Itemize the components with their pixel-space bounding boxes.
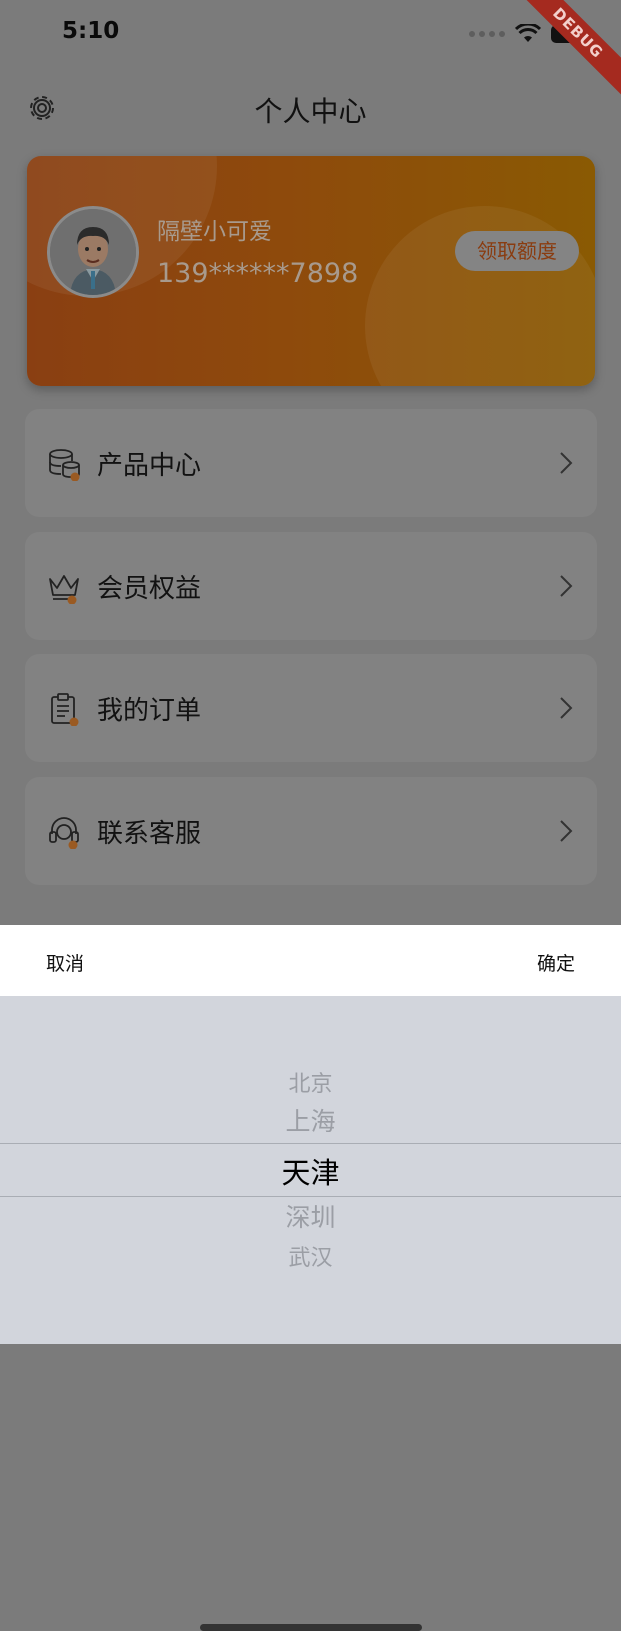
cellular-signal-icon xyxy=(469,31,505,37)
chevron-right-icon xyxy=(560,697,573,719)
picker-selection-line xyxy=(0,1143,621,1144)
menu-item-label: 会员权益 xyxy=(97,574,202,604)
menu-item-product-center[interactable]: 产品中心 xyxy=(25,409,597,517)
menu-item-label: 联系客服 xyxy=(97,819,202,849)
avatar-image xyxy=(50,209,136,295)
profile-card: 隔壁小可爱 139******7898 领取额度 xyxy=(27,156,595,386)
picker-toolbar: 取消 确定 xyxy=(0,925,621,996)
claim-credit-button[interactable]: 领取额度 xyxy=(455,231,579,271)
confirm-button[interactable]: 确定 xyxy=(537,949,575,976)
user-name: 隔壁小可爱 xyxy=(157,219,272,245)
status-time: 5:10 xyxy=(62,18,120,44)
menu-item-membership[interactable]: 会员权益 xyxy=(25,532,597,640)
page-title: 个人中心 xyxy=(254,95,367,128)
nav-bar: 个人中心 xyxy=(0,78,621,138)
home-indicator[interactable] xyxy=(200,1624,422,1631)
picker-option[interactable]: 深圳 xyxy=(0,1198,621,1234)
picker-option[interactable]: 上海 xyxy=(0,1102,621,1138)
menu-item-label: 我的订单 xyxy=(97,696,202,726)
picker-option[interactable]: 武汉 xyxy=(0,1240,621,1272)
cancel-button[interactable]: 取消 xyxy=(46,949,84,976)
picker-option[interactable]: 北京 xyxy=(0,1066,621,1098)
avatar[interactable] xyxy=(47,206,139,298)
crown-icon xyxy=(49,575,79,604)
menu-item-customer-service[interactable]: 联系客服 xyxy=(25,777,597,885)
city-picker[interactable]: 北京 上海 天津 深圳 武汉 xyxy=(0,996,621,1631)
menu-item-my-orders[interactable]: 我的订单 xyxy=(25,654,597,762)
status-bar: 5:10 xyxy=(0,0,621,70)
headset-icon xyxy=(49,817,79,849)
clipboard-icon xyxy=(51,693,79,726)
picker-option-selected[interactable]: 天津 xyxy=(0,1150,621,1192)
user-phone: 139******7898 xyxy=(157,258,359,289)
menu-item-label: 产品中心 xyxy=(97,451,202,481)
picker-selection-line xyxy=(0,1196,621,1197)
wifi-icon xyxy=(515,24,541,42)
database-icon xyxy=(49,449,80,481)
chevron-right-icon xyxy=(560,820,573,842)
chevron-right-icon xyxy=(560,575,573,597)
chevron-right-icon xyxy=(560,452,573,474)
